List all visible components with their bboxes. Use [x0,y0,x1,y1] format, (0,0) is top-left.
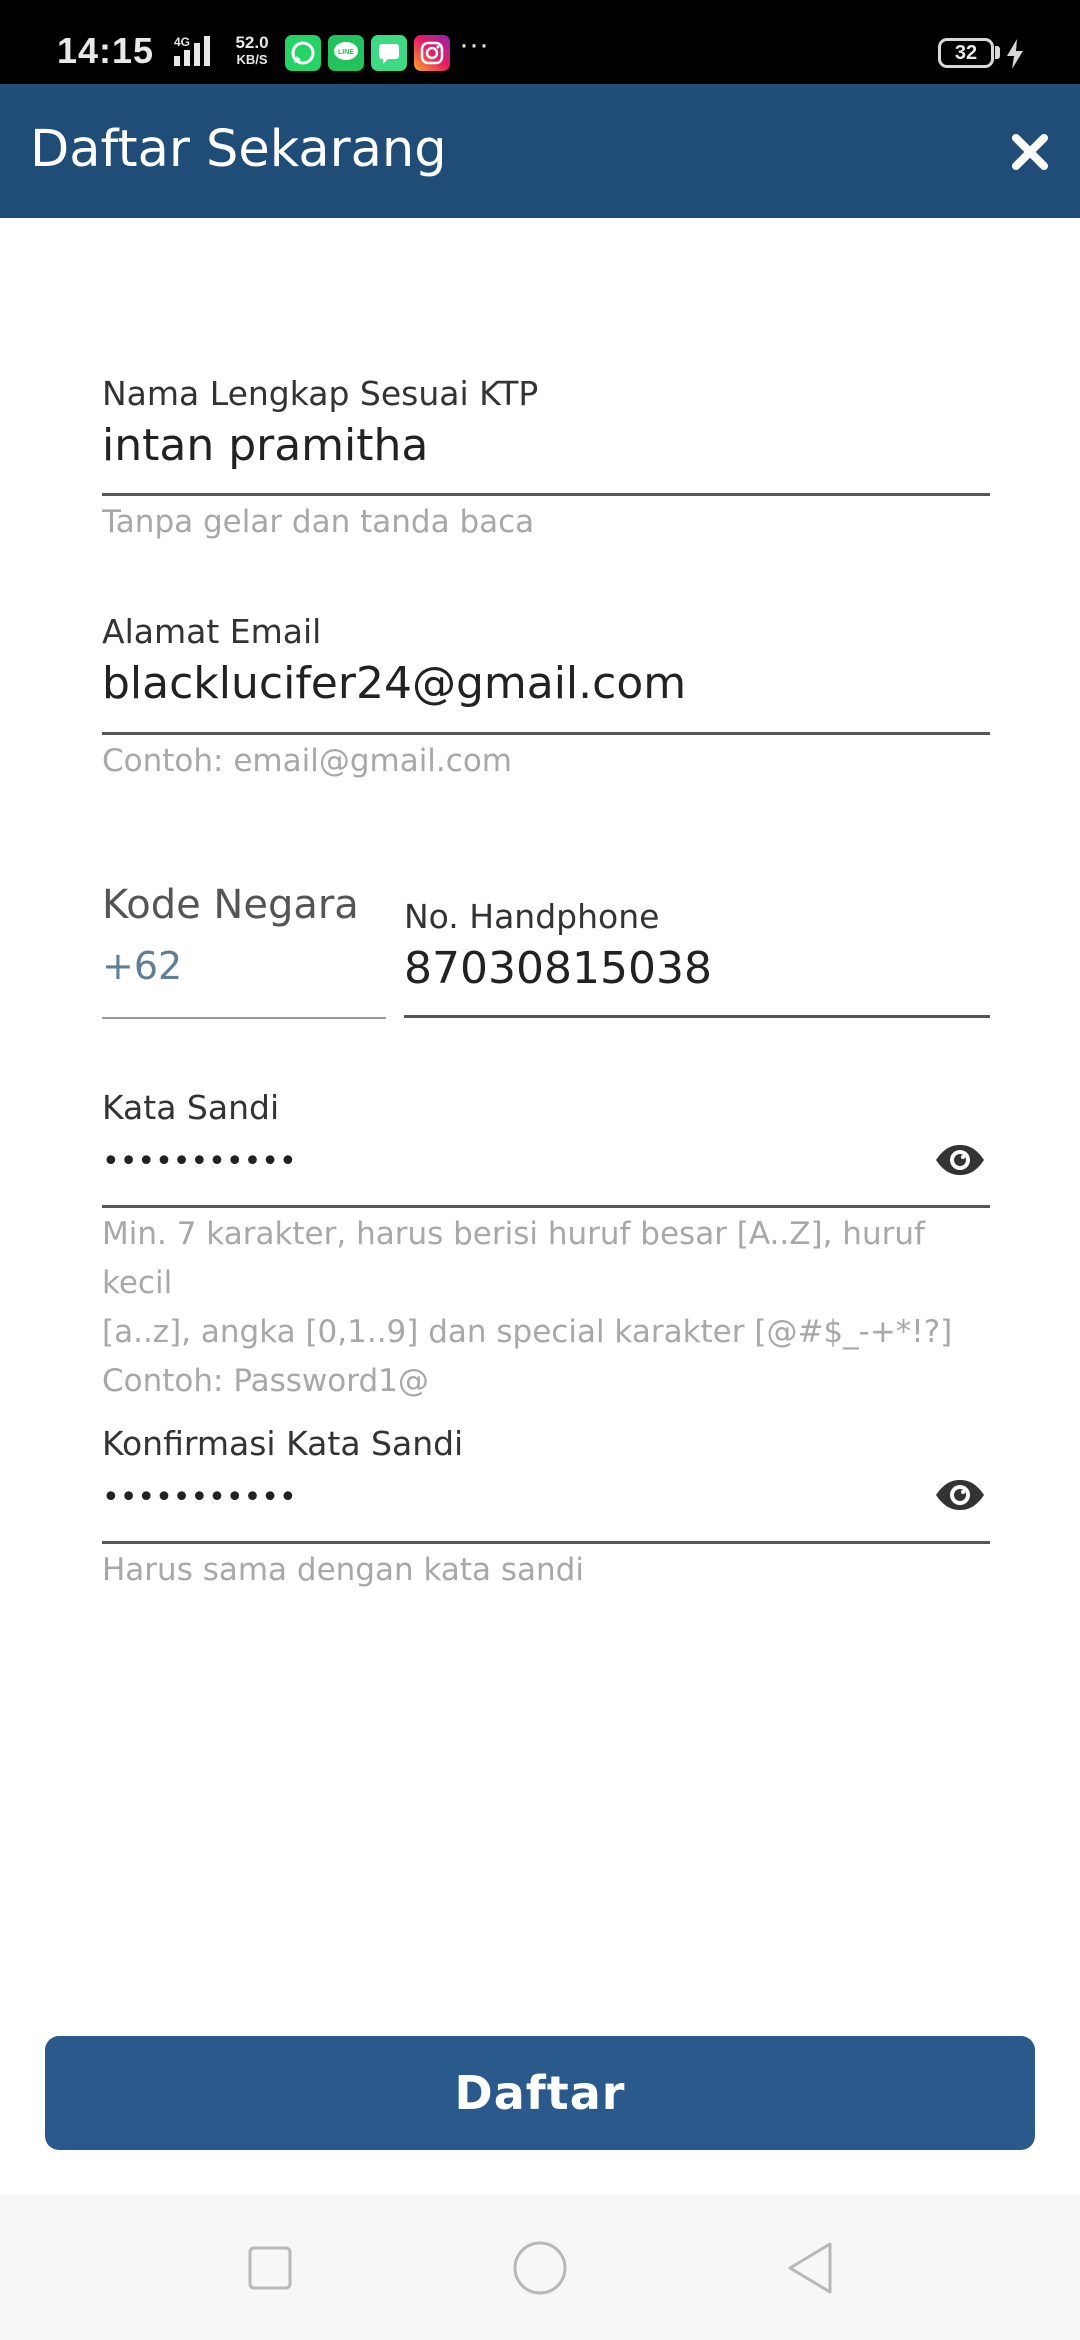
phone-underline [404,1015,990,1018]
home-icon[interactable] [512,2240,568,2296]
battery-icon: 32 [938,38,994,68]
confirm-password-input[interactable]: ••••••••••• [102,1480,297,1515]
instagram-icon [414,35,450,71]
email-input[interactable]: blacklucifer24@gmail.com [102,658,686,709]
recents-icon[interactable] [242,2240,298,2296]
password-underline [102,1205,990,1208]
signal-icon: 4G [174,35,210,66]
svg-text:LINE: LINE [338,49,354,56]
status-time: 14:15 [57,30,155,71]
email-underline [102,732,990,735]
register-button[interactable]: Daftar [45,2036,1035,2150]
status-bar: 14:15 4G 52.0 KB/S LINE ··· 32 [0,0,1080,84]
password-input[interactable]: ••••••••••• [102,1144,297,1179]
full-name-input[interactable]: intan pramitha [102,420,428,471]
close-icon[interactable] [1010,132,1050,172]
more-notifications-icon: ··· [459,28,489,61]
country-code-input[interactable]: +62 [102,944,182,988]
email-hint: Contoh: email@gmail.com [102,743,512,779]
confirm-password-label: Konfirmasi Kata Sandi [102,1424,464,1463]
password-label: Kata Sandi [102,1088,280,1127]
phone-label: No. Handphone [404,897,660,936]
charging-icon [1007,39,1023,69]
confirm-password-hint: Harus sama dengan kata sandi [102,1552,584,1588]
country-code-underline [102,1017,386,1019]
full-name-label: Nama Lengkap Sesuai KTP [102,374,539,413]
country-code-label: Kode Negara [102,882,359,928]
messages-icon [371,35,407,71]
page-title: Daftar Sekarang [30,120,447,179]
email-label: Alamat Email [102,612,322,651]
back-icon[interactable] [782,2240,838,2296]
show-confirm-password-eye-icon[interactable] [934,1478,986,1512]
whatsapp-icon [285,35,321,71]
confirm-password-underline [102,1541,990,1544]
line-icon: LINE [328,35,364,71]
network-speed: 52.0 KB/S [235,33,269,67]
full-name-underline [102,493,990,496]
phone-input[interactable]: 87030815038 [404,943,712,994]
system-nav-bar [0,2194,1080,2340]
full-name-hint: Tanpa gelar dan tanda baca [102,504,535,540]
svg-text:4G: 4G [174,35,190,49]
show-password-eye-icon[interactable] [934,1143,986,1177]
password-hint: Min. 7 karakter, harus berisi huruf besa… [102,1216,953,1399]
app-bar: Daftar Sekarang [0,84,1080,218]
